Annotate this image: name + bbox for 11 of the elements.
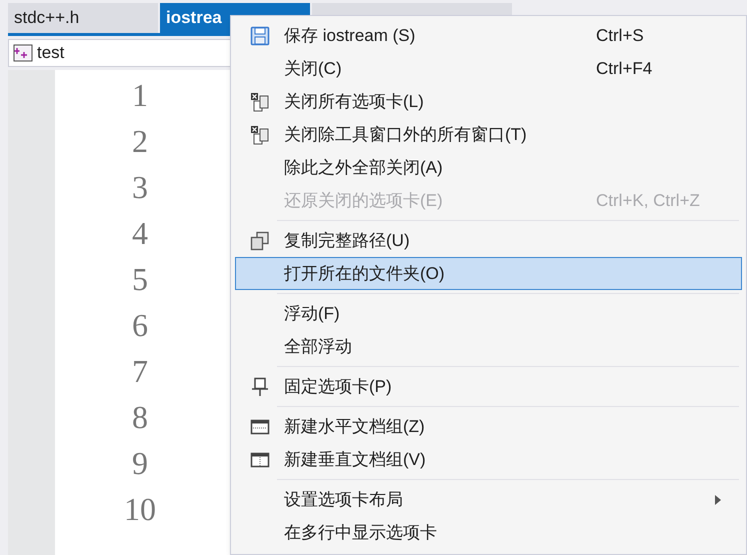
line-number: 4: [132, 214, 148, 253]
line-number: 10: [124, 490, 156, 529]
line-number: 6: [132, 306, 148, 345]
line-number: 2: [132, 122, 148, 161]
line-number: 9: [132, 444, 148, 483]
line-number: 7: [132, 352, 148, 391]
project-name: test: [37, 42, 64, 64]
line-number: 5: [132, 260, 148, 299]
line-number: 8: [132, 398, 148, 437]
line-number: 3: [132, 168, 148, 207]
line-number: 1: [132, 76, 148, 115]
